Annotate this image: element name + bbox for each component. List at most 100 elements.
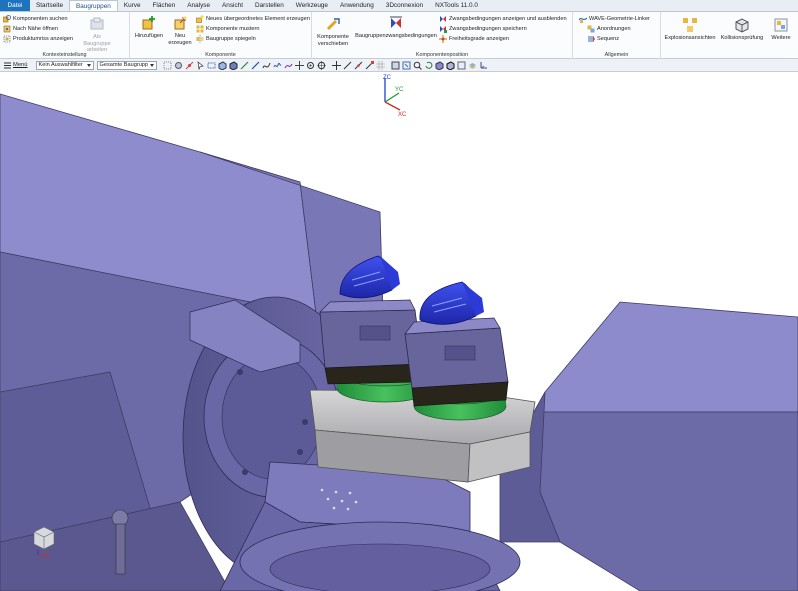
face-select-icon[interactable]: [218, 60, 227, 70]
selection-toolbar: Menü Kein Auswahlfilter Gesamte Baugrupp: [0, 59, 798, 72]
midpoint-icon[interactable]: [354, 61, 363, 70]
tab-startseite[interactable]: Startseite: [30, 0, 69, 11]
tab-darstellen[interactable]: Darstellen: [249, 0, 290, 11]
tab-nxtools[interactable]: NXTools 11.0.0: [429, 0, 484, 11]
line-snap-icon[interactable]: [343, 61, 352, 70]
more-gallery-icon: [774, 18, 788, 32]
tab-baugruppen[interactable]: Baugruppen: [69, 0, 118, 11]
background-icon[interactable]: [457, 61, 466, 70]
group-label-kontexteinstellung: Kontexteinstellung: [42, 52, 87, 58]
product-outline-icon: [3, 35, 11, 43]
intersection-icon[interactable]: [294, 60, 304, 70]
tab-kurve[interactable]: Kurve: [118, 0, 147, 11]
sequence-icon: [588, 36, 595, 42]
exploded-view-icon: [683, 18, 697, 32]
clamp-workpiece-right: [419, 281, 484, 325]
new-component-icon: [174, 16, 187, 30]
shaded-edges-icon[interactable]: [446, 60, 455, 70]
view-orient-icon[interactable]: [391, 61, 400, 70]
tab-anwendung[interactable]: Anwendung: [334, 0, 380, 11]
zwangsbedingungen-anzeigen-button[interactable]: Zwangsbedingungen anzeigen und ausblende…: [439, 14, 567, 24]
zwangsbedingungen-speichern-button[interactable]: Zwangsbedingungen speichern: [439, 24, 527, 34]
parent-element-icon: [196, 15, 204, 23]
group-kontexteinstellung: Komponenten suchen Nach Nähe öffnen Prod…: [0, 12, 130, 59]
assembly-3d-scene: ZC YC XC: [0, 75, 798, 591]
tab-3dconnexion[interactable]: 3Dconnexion: [380, 0, 429, 11]
body-select-icon[interactable]: [229, 60, 238, 70]
tab-ansicht[interactable]: Ansicht: [216, 0, 249, 11]
triad-label-zc: ZC: [383, 75, 392, 81]
group-label-komponente: Komponente: [205, 52, 236, 58]
sequenz-button[interactable]: Sequenz: [587, 34, 619, 44]
pattern-component-icon: [196, 25, 204, 33]
spline-icon[interactable]: [262, 61, 271, 70]
nach-naehe-oeffnen-button[interactable]: Nach Nähe öffnen: [3, 24, 58, 34]
rectangle-select-icon[interactable]: [207, 61, 216, 70]
selection-mode-icon[interactable]: [196, 60, 205, 70]
show-constraints-icon: [440, 16, 446, 22]
explosionsansichten-button[interactable]: Explosionsansichten: [663, 17, 717, 42]
ribbon: Komponenten suchen Nach Nähe öffnen Prod…: [0, 12, 798, 59]
selection-filter-dropdown[interactable]: Kein Auswahlfilter: [35, 60, 94, 70]
ribbon-tab-bar: Datei Startseite Baugruppen Kurve Fläche…: [0, 0, 798, 12]
menu-icon: [4, 62, 11, 68]
machine-housing-right: [499, 301, 798, 591]
weitere-button[interactable]: Weitere: [768, 17, 794, 42]
rotate-view-icon[interactable]: [424, 61, 433, 70]
select-all-icon[interactable]: [163, 61, 172, 70]
komponente-verschieben-button[interactable]: Komponente verschieben: [314, 16, 352, 47]
point-on-curve-icon[interactable]: [331, 60, 341, 70]
produktumriss-anzeigen-button[interactable]: Produktumriss anzeigen: [3, 34, 73, 44]
work-assembly-icon: [90, 17, 104, 30]
menu-button[interactable]: Menü: [13, 62, 28, 68]
tab-werkzeuge[interactable]: Werkzeuge: [290, 0, 334, 11]
open-proximity-icon: [3, 25, 11, 33]
center-point-icon[interactable]: [306, 61, 315, 70]
general-settings-icon[interactable]: [174, 61, 183, 70]
save-constraints-icon: [440, 26, 447, 33]
zoom-icon[interactable]: [413, 61, 422, 70]
triad-label-xc: XC: [398, 112, 407, 118]
assembly-constraints-icon: [390, 16, 402, 28]
vise-right: [404, 317, 509, 407]
edge-select-icon[interactable]: [251, 61, 260, 70]
arc-center-icon[interactable]: [316, 60, 326, 70]
anordnungen-button[interactable]: Anordnungen: [587, 24, 631, 34]
baugruppenzwangsbedingungen-button[interactable]: Baugruppenzwangsbedingungen: [354, 15, 438, 40]
group-allgemein: WAVE-Geometrie-Linker Anordnungen Sequen…: [573, 12, 661, 59]
work-layer-icon[interactable]: [468, 61, 477, 70]
group-komponentenposition: Komponente verschieben Baugruppenzwangsb…: [312, 12, 573, 59]
group-label-komponentenposition: Komponentenposition: [415, 52, 469, 58]
fit-view-icon[interactable]: [402, 61, 411, 70]
hinzufuegen-button[interactable]: Hinzufügen: [133, 15, 165, 40]
add-component-icon: [142, 16, 155, 30]
tab-datei[interactable]: Datei: [0, 0, 30, 11]
freiheitsgrade-anzeigen-button[interactable]: Freiheitsgrade anzeigen: [439, 34, 509, 44]
degrees-of-freedom-icon: [439, 35, 447, 43]
wcs-icon[interactable]: [479, 61, 488, 70]
selection-filter-value: Kein Auswahlfilter: [38, 61, 83, 68]
baugruppe-spiegeln-button[interactable]: Baugruppe spiegeln: [196, 34, 256, 44]
curve-rule-icon[interactable]: [273, 61, 282, 70]
als-baugruppe-arbeiten-button[interactable]: Als Baugruppe arbeiten: [80, 16, 114, 54]
render-style-icon[interactable]: [435, 60, 444, 70]
komponente-mustern-button[interactable]: Komponente mustern: [196, 24, 259, 34]
kollisionspruefung-button[interactable]: Kollisionsprüfung: [718, 17, 766, 42]
arrangements-icon: [587, 25, 595, 33]
tab-flaechen[interactable]: Flächen: [147, 0, 182, 11]
tangent-curves-icon[interactable]: [284, 61, 293, 70]
selection-scope-dropdown[interactable]: Gesamte Baugrupp: [96, 60, 157, 70]
grid-snap-icon[interactable]: [375, 60, 385, 70]
selection-scope-value: Gesamte Baugrupp: [99, 61, 149, 68]
end-point-icon[interactable]: [365, 60, 374, 70]
neu-erzeugen-button[interactable]: Neu erzeugen: [166, 15, 194, 46]
neues-uebergeordnetes-element-button[interactable]: Neues übergeordnetes Element erzeugen: [196, 14, 310, 24]
graphics-viewport[interactable]: ZC YC XC: [0, 72, 798, 591]
curve-line-icon[interactable]: [240, 61, 249, 70]
komponenten-suchen-button[interactable]: Komponenten suchen: [3, 14, 67, 24]
tab-analyse[interactable]: Analyse: [181, 0, 216, 11]
wave-geometrie-linker-button[interactable]: WAVE-Geometrie-Linker: [579, 14, 650, 24]
snap-point-icon[interactable]: [185, 61, 194, 70]
triad-label-yc: YC: [395, 87, 404, 93]
group-komponente: Hinzufügen Neu erzeugen Neues übergeordn…: [130, 12, 312, 59]
